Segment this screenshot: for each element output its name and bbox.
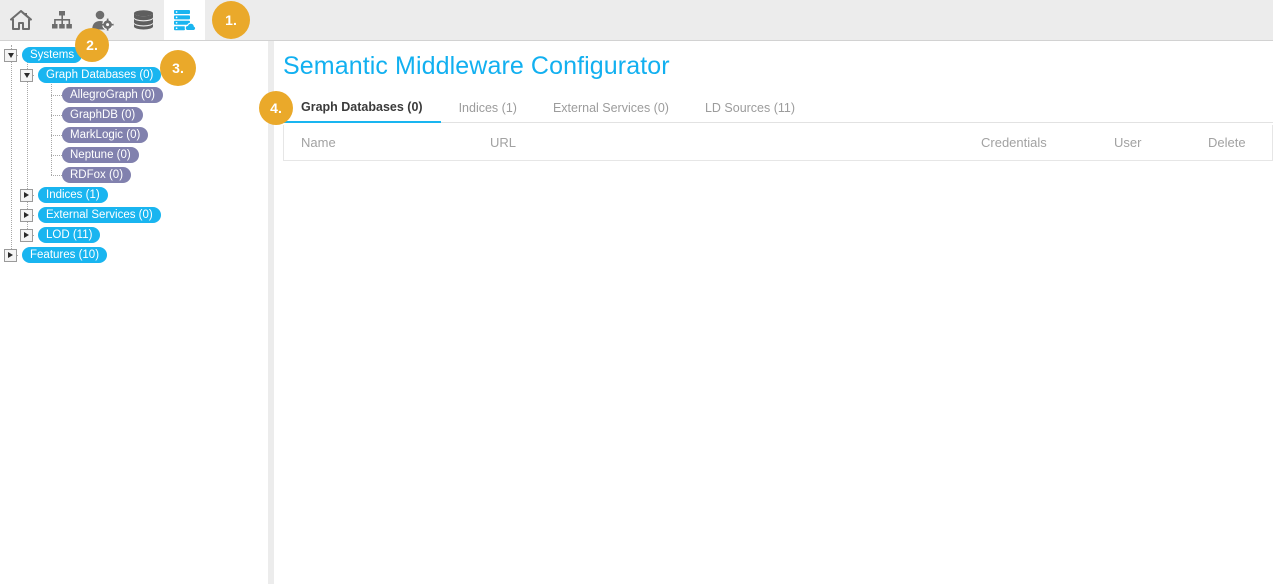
- callout-badge-4: 4.: [259, 91, 293, 125]
- tree-item-label[interactable]: Systems: [22, 47, 83, 63]
- table-header-row: Name URL Credentials User Delete: [283, 125, 1273, 161]
- content-tabs: Graph Databases (0) Indices (1) External S…: [283, 92, 1273, 123]
- main-content-panel: Semantic Middleware Configurator Graph D…: [274, 41, 1273, 584]
- tab-graph-databases-0[interactable]: Graph Databases (0): [283, 93, 441, 123]
- tab-indices-1[interactable]: Indices (1): [441, 93, 535, 123]
- tree-connector-line: [50, 135, 62, 136]
- tree-connector-line: [10, 45, 12, 255]
- tree-item-label[interactable]: LOD (11): [38, 227, 101, 243]
- column-header-name[interactable]: Name: [301, 135, 336, 150]
- tree-item-label[interactable]: External Services (0): [38, 207, 161, 223]
- tree-item-external-services-0[interactable]: External Services (0): [0, 205, 268, 225]
- home-icon: [9, 9, 32, 31]
- tree-item-label[interactable]: Neptune (0): [62, 147, 139, 163]
- toolbar-item-databases[interactable]: [123, 0, 164, 40]
- toolbar-item-semantic-middleware[interactable]: [164, 0, 205, 40]
- tree-connector-line: [50, 75, 52, 175]
- tree-item-label[interactable]: Graph Databases (0): [38, 67, 162, 83]
- tree-item-indices-1[interactable]: Indices (1): [0, 185, 268, 205]
- callout-badge-1: 1.: [212, 1, 250, 39]
- tree-item-label[interactable]: AllegroGraph (0): [62, 87, 164, 103]
- sidebar-tree-panel: Systems Graph Databases (0) AllegroGraph (…: [0, 41, 268, 584]
- server-cloud-icon: [173, 9, 197, 31]
- tree-item-allegrograph-0[interactable]: AllegroGraph (0): [0, 85, 268, 105]
- main-toolbar: [0, 0, 1273, 41]
- tree-collapse-icon[interactable]: [20, 68, 33, 82]
- tree-item-lod-11[interactable]: LOD (11): [0, 225, 268, 245]
- tree-expand-icon[interactable]: [20, 208, 33, 222]
- tree-item-graph-databases-0[interactable]: Graph Databases (0): [0, 65, 268, 85]
- tree-connector-line: [50, 175, 62, 176]
- toolbar-item-hierarchy[interactable]: [41, 0, 82, 40]
- tree-connector-line: [50, 95, 62, 96]
- tab-ld-sources-11[interactable]: LD Sources (11): [687, 93, 813, 123]
- tree-item-label[interactable]: Indices (1): [38, 187, 108, 203]
- navigation-tree: Systems Graph Databases (0) AllegroGraph (…: [0, 41, 268, 265]
- column-header-credentials[interactable]: Credentials: [981, 135, 1047, 150]
- column-header-delete[interactable]: Delete: [1208, 135, 1246, 150]
- callout-badge-2: 2.: [75, 28, 109, 62]
- tree-item-label[interactable]: RDFox (0): [62, 167, 132, 183]
- tree-collapse-icon[interactable]: [4, 48, 17, 62]
- tree-item-neptune-0[interactable]: Neptune (0): [0, 145, 268, 165]
- tree-item-rdfox-0[interactable]: RDFox (0): [0, 165, 268, 185]
- tree-expand-icon[interactable]: [4, 248, 17, 262]
- tree-item-marklogic-0[interactable]: MarkLogic (0): [0, 125, 268, 145]
- tree-expand-icon[interactable]: [20, 188, 33, 202]
- column-header-user[interactable]: User: [1114, 135, 1141, 150]
- tree-item-label[interactable]: GraphDB (0): [62, 107, 144, 123]
- app-root: Systems Graph Databases (0) AllegroGraph (…: [0, 0, 1273, 584]
- tree-connector-line: [50, 155, 62, 156]
- hierarchy-icon: [51, 10, 73, 30]
- tree-item-features-10[interactable]: Features (10): [0, 245, 268, 265]
- column-header-url[interactable]: URL: [490, 135, 516, 150]
- tree-connector-line: [50, 115, 62, 116]
- callout-badge-3: 3.: [160, 50, 196, 86]
- tree-item-label[interactable]: Features (10): [22, 247, 108, 263]
- tree-item-systems[interactable]: Systems: [0, 45, 268, 65]
- tree-item-graphdb-0[interactable]: GraphDB (0): [0, 105, 268, 125]
- database-icon: [132, 10, 155, 30]
- tab-external-services-0[interactable]: External Services (0): [535, 93, 687, 123]
- toolbar-item-home[interactable]: [0, 0, 41, 40]
- page-title: Semantic Middleware Configurator: [283, 52, 670, 80]
- tree-item-label[interactable]: MarkLogic (0): [62, 127, 149, 143]
- tree-expand-icon[interactable]: [20, 228, 33, 242]
